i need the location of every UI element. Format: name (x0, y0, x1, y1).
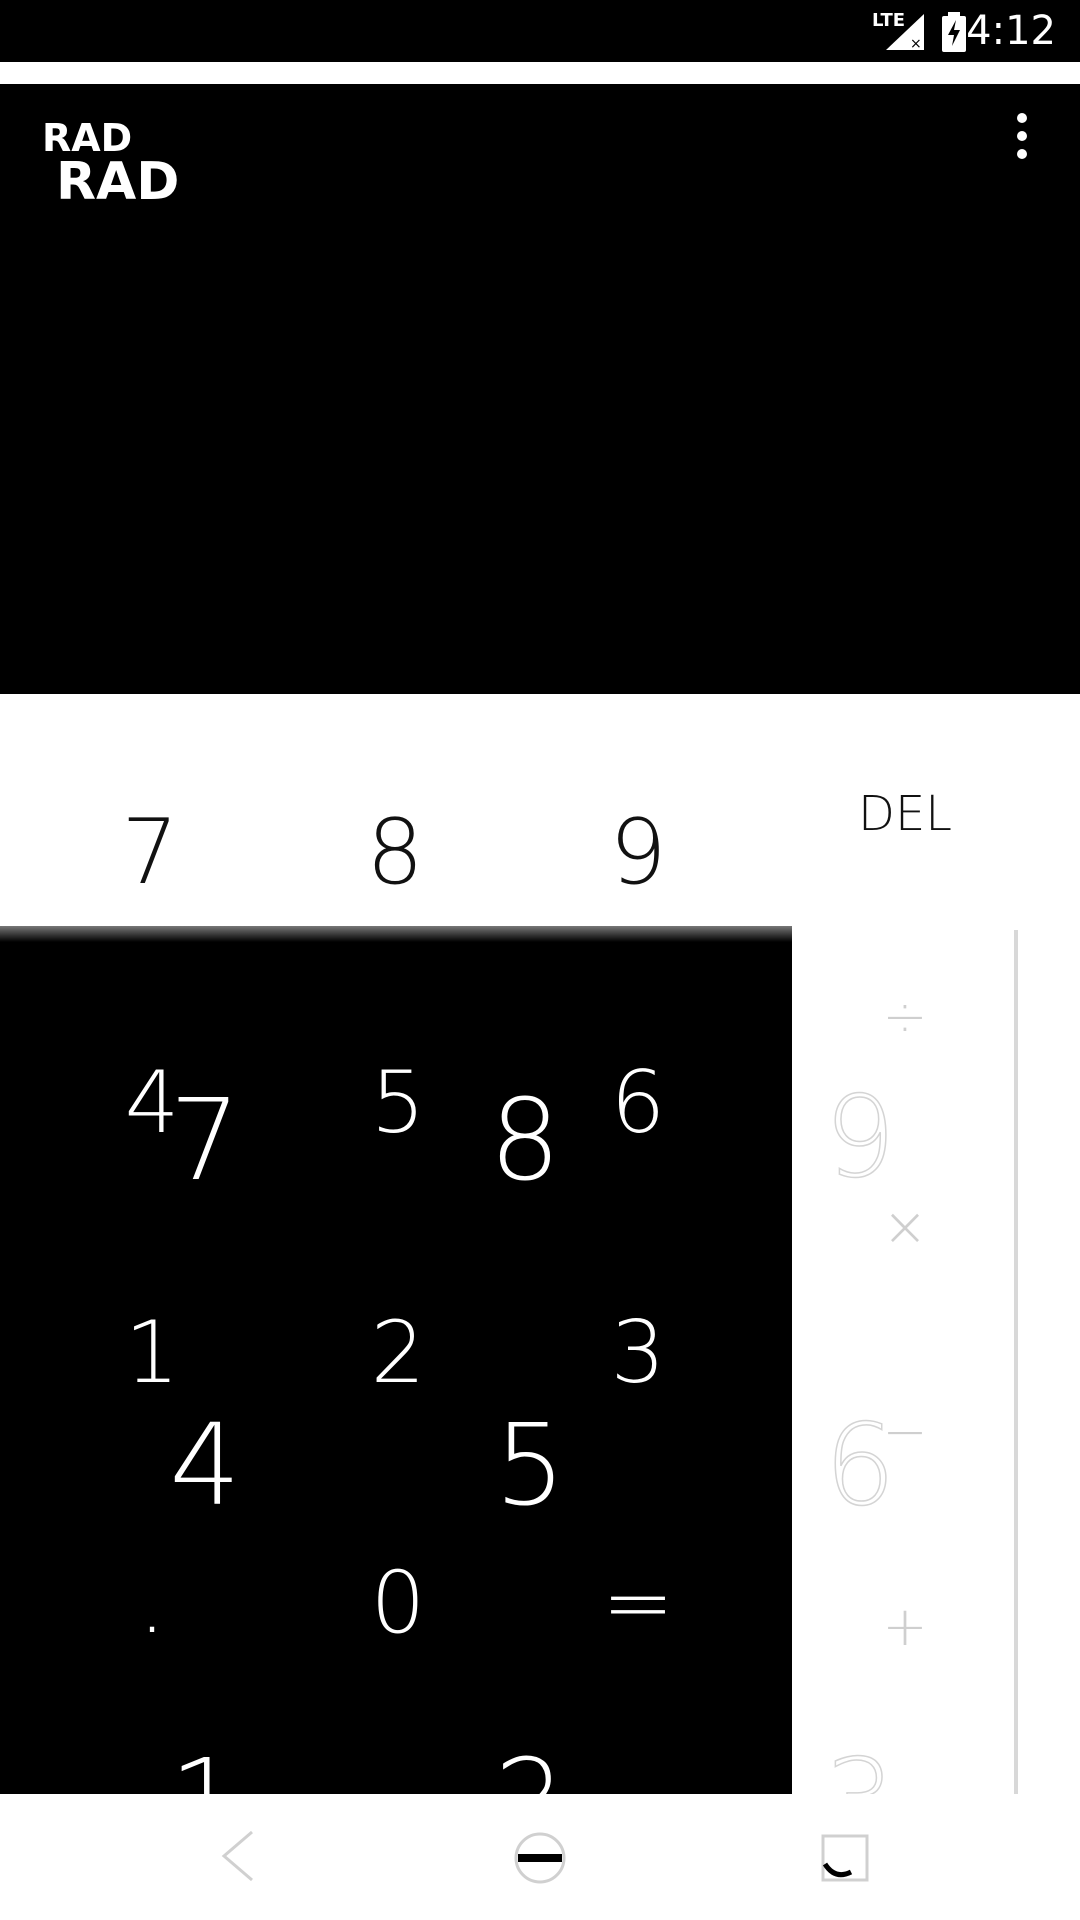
multiply-button[interactable]: × (870, 1200, 940, 1254)
key-7[interactable]: 7 (110, 808, 190, 898)
operator-panel-edge (1014, 930, 1018, 1794)
keypad-shadow (0, 926, 792, 942)
key-0[interactable]: 0 (358, 1560, 438, 1646)
overlay-digit-3: 3 (815, 1745, 905, 1794)
key-8[interactable]: 8 (355, 808, 435, 898)
overflow-menu-icon[interactable] (1012, 112, 1032, 160)
key-9[interactable]: 9 (598, 808, 678, 898)
equals-button[interactable]: = (598, 1560, 678, 1646)
separator-strip (0, 62, 1080, 84)
decimal-point-button[interactable]: . (112, 1560, 192, 1646)
overlay-digit-7: 7 (169, 1076, 241, 1206)
key-5[interactable]: 5 (358, 1060, 438, 1146)
svg-text:×: × (910, 36, 922, 52)
battery-charging-icon (942, 12, 966, 52)
add-button[interactable]: + (870, 1600, 940, 1654)
divide-button[interactable]: ÷ (870, 990, 940, 1044)
key-1[interactable]: 1 (112, 1310, 192, 1396)
overlay-digit-6: 6 (824, 1401, 897, 1531)
overlay-digit-4: 4 (169, 1401, 241, 1531)
back-icon[interactable] (218, 1828, 258, 1884)
key-2[interactable]: 2 (358, 1310, 438, 1396)
signal-icon: × (886, 14, 924, 52)
overlay-digit-9: 9 (824, 1073, 897, 1203)
overlay-digit-2: 2 (485, 1745, 575, 1794)
status-time: 4:12 (966, 8, 1056, 54)
overlay-digit-5: 5 (494, 1401, 566, 1531)
angle-mode-indicator-large: RAD (56, 152, 180, 212)
overlay-digit-1: 1 (160, 1745, 250, 1794)
home-icon[interactable] (510, 1828, 570, 1888)
operator-panel (792, 926, 1016, 1794)
delete-button[interactable]: DEL (850, 790, 960, 838)
key-6[interactable]: 6 (598, 1060, 678, 1146)
recents-icon[interactable] (815, 1828, 875, 1888)
overlay-digit-8: 8 (489, 1076, 561, 1206)
key-3[interactable]: 3 (598, 1310, 678, 1396)
